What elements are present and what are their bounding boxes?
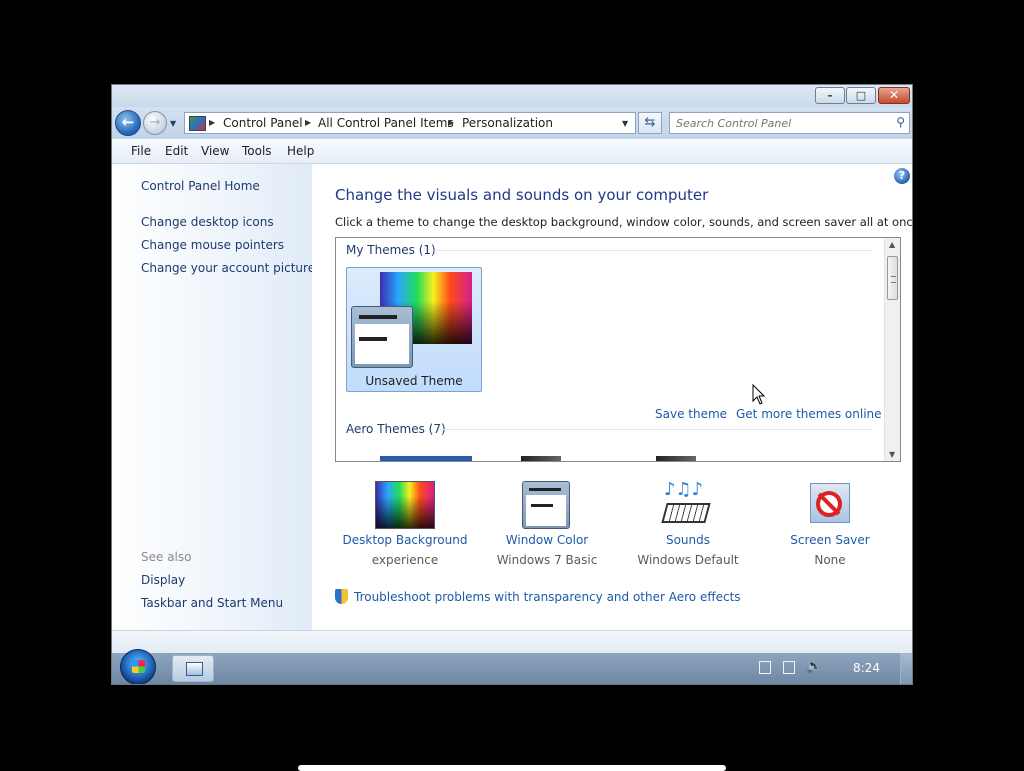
help-icon[interactable]: ?	[894, 168, 910, 184]
taskbar-start-menu-link[interactable]: Taskbar and Start Menu	[141, 596, 283, 610]
window-color-setting[interactable]: Window Color Windows 7 Basic	[482, 481, 612, 567]
control-panel-icon	[189, 116, 206, 131]
change-mouse-pointers-link[interactable]: Change mouse pointers	[141, 238, 284, 252]
address-bar[interactable]: ▶ Control Panel ▶ All Control Panel Item…	[184, 112, 636, 134]
main-content: ? Change the visuals and sounds on your …	[312, 164, 912, 630]
maximize-icon: □	[855, 89, 867, 102]
sounds-label[interactable]: Sounds	[623, 533, 753, 547]
menu-edit[interactable]: Edit	[165, 144, 188, 158]
shield-icon	[335, 589, 348, 604]
title-bar[interactable]: – □ ✕	[112, 85, 912, 107]
breadcrumb-separator-icon[interactable]: ▶	[209, 116, 215, 130]
change-desktop-icons-link[interactable]: Change desktop icons	[141, 215, 274, 229]
page-description: Click a theme to change the desktop back…	[335, 215, 912, 229]
scroll-down-icon[interactable]: ▼	[889, 450, 895, 459]
screen-saver-label[interactable]: Screen Saver	[765, 533, 895, 547]
close-button[interactable]: ✕	[878, 87, 910, 104]
get-more-themes-link[interactable]: Get more themes online	[736, 407, 882, 421]
screen-saver-setting[interactable]: Screen Saver None	[765, 481, 895, 567]
breadcrumb-control-panel[interactable]: Control Panel	[223, 116, 303, 130]
theme-name: Unsaved Theme	[365, 374, 463, 388]
address-dropdown-icon[interactable]: ▼	[622, 119, 628, 128]
scroll-thumb[interactable]	[887, 256, 898, 300]
desktop-background-label[interactable]: Desktop Background	[340, 533, 470, 547]
personalization-window: – □ ✕ ← → ▼ ▶ Control Panel ▶ All Contro…	[112, 85, 912, 684]
breadcrumb-all-items[interactable]: All Control Panel Items	[318, 116, 454, 130]
screen-edge-bar	[298, 765, 726, 771]
window-color-label[interactable]: Window Color	[482, 533, 612, 547]
recent-pages-dropdown-icon[interactable]: ▼	[170, 119, 176, 128]
menu-tools[interactable]: Tools	[242, 144, 272, 158]
search-icon[interactable]: ⚲	[896, 115, 905, 129]
desktop-background-icon	[375, 481, 435, 529]
minimize-icon: –	[827, 89, 833, 102]
status-bar	[112, 630, 912, 653]
page-title: Change the visuals and sounds on your co…	[335, 186, 709, 204]
theme-list-scrollbar[interactable]: ▲ ▼	[884, 238, 900, 461]
troubleshoot-row[interactable]: Troubleshoot problems with transparency …	[335, 589, 741, 604]
theme-window-preview-icon	[351, 306, 413, 368]
window-color-icon	[517, 481, 577, 529]
mouse-cursor-icon	[752, 384, 766, 405]
refresh-button[interactable]: ⇆	[638, 112, 662, 134]
breadcrumb-personalization[interactable]: Personalization	[462, 116, 553, 130]
breadcrumb-separator-icon[interactable]: ▶	[448, 116, 454, 130]
breadcrumb-separator-icon[interactable]: ▶	[305, 116, 311, 130]
unsaved-theme-tile[interactable]: Unsaved Theme	[346, 267, 482, 392]
aero-theme-preview[interactable]	[656, 456, 696, 461]
save-theme-link[interactable]: Save theme	[655, 407, 727, 421]
windows-logo-icon	[132, 660, 145, 673]
menu-file[interactable]: File	[131, 144, 151, 158]
see-also-label: See also	[141, 550, 192, 564]
search-box[interactable]: ⚲	[669, 112, 910, 134]
maximize-button[interactable]: □	[846, 87, 876, 104]
sounds-value: Windows Default	[637, 553, 739, 567]
search-input[interactable]	[676, 115, 876, 131]
scroll-up-icon[interactable]: ▲	[889, 240, 895, 249]
desktop-background-value: experience	[371, 553, 439, 567]
close-icon: ✕	[888, 88, 900, 102]
control-panel-icon	[186, 662, 203, 676]
action-center-icon[interactable]	[759, 661, 771, 674]
theme-list[interactable]: My Themes (1) Unsaved Theme Save theme G…	[335, 237, 901, 462]
forward-button[interactable]: →	[143, 111, 167, 135]
my-themes-header: My Themes (1)	[346, 243, 436, 257]
change-account-picture-link[interactable]: Change your account picture	[141, 261, 315, 275]
network-icon[interactable]	[783, 661, 795, 674]
group-divider	[434, 250, 872, 251]
aero-theme-preview[interactable]	[380, 456, 472, 461]
aero-themes-header: Aero Themes (7)	[346, 422, 446, 436]
troubleshoot-aero-link[interactable]: Troubleshoot problems with transparency …	[354, 590, 741, 604]
taskbar: 🔈 8:24	[112, 649, 912, 684]
display-link[interactable]: Display	[141, 573, 185, 587]
navigation-bar: ← → ▼ ▶ Control Panel ▶ All Control Pane…	[112, 107, 912, 139]
group-divider	[439, 429, 872, 430]
start-button[interactable]	[120, 649, 156, 684]
task-pane: Control Panel Home Change desktop icons …	[112, 164, 315, 630]
back-button[interactable]: ←	[115, 110, 141, 136]
screen-saver-icon	[800, 481, 860, 529]
show-desktop-button[interactable]	[900, 653, 912, 684]
menu-view[interactable]: View	[201, 144, 229, 158]
window-color-value: Windows 7 Basic	[496, 553, 598, 567]
desktop-background-setting[interactable]: Desktop Background experience	[340, 481, 470, 567]
menu-help[interactable]: Help	[287, 144, 314, 158]
volume-icon[interactable]: 🔈	[806, 659, 822, 674]
taskbar-control-panel-button[interactable]	[172, 655, 214, 682]
screen-saver-value: None	[814, 553, 846, 567]
control-panel-home-link[interactable]: Control Panel Home	[141, 179, 260, 193]
sounds-icon: ♪♫♪	[658, 481, 718, 529]
clock[interactable]: 8:24	[853, 661, 880, 675]
minimize-button[interactable]: –	[815, 87, 845, 104]
sounds-setting[interactable]: ♪♫♪ Sounds Windows Default	[623, 481, 753, 568]
menu-bar: File Edit View Tools Help	[112, 139, 912, 164]
aero-theme-preview[interactable]	[521, 456, 561, 461]
